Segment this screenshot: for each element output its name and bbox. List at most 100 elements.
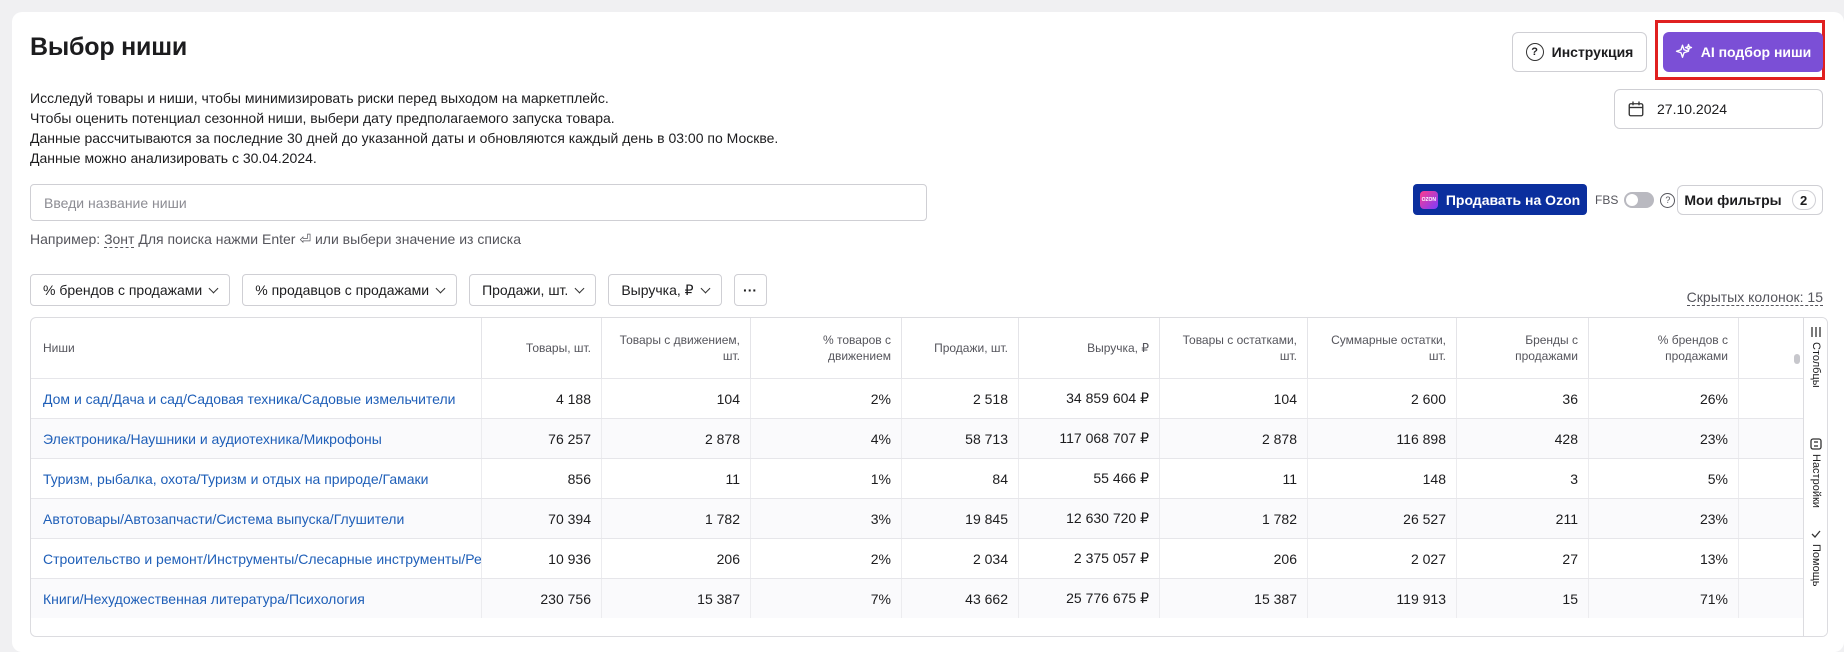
cell-value: 211 [1555, 510, 1578, 527]
fbs-help-icon[interactable]: ? [1660, 192, 1676, 208]
cell-value: 1 782 [704, 510, 740, 527]
niche-link[interactable]: Электроника/Наушники и аудиотехника/Микр… [43, 431, 382, 447]
cell-value: 2 878 [704, 430, 740, 447]
cell-products-in-stock: 104 [1160, 379, 1308, 418]
table-row[interactable]: Электроника/Наушники и аудиотехника/Микр… [31, 418, 1805, 458]
side-tab-settings[interactable]: Настройки [1804, 438, 1827, 508]
header-products[interactable]: Товары, шт. [482, 318, 602, 378]
niche-link[interactable]: Дом и сад/Дача и сад/Садовая техника/Сад… [43, 391, 456, 407]
description-line: Данные можно анализировать с 30.04.2024. [30, 150, 317, 166]
settings-icon [1810, 438, 1822, 450]
chip-brands-with-sales[interactable]: % брендов с продажами [30, 274, 231, 306]
chip-label: % брендов с продажами [43, 282, 203, 298]
header-total-stock[interactable]: Суммарные остатки, шт. [1308, 318, 1457, 378]
hidden-columns-link[interactable]: Скрытых колонок: 15 [1686, 289, 1823, 306]
cell-products: 76 257 [482, 419, 602, 458]
ozon-logo-icon: OZON [1419, 190, 1438, 209]
header-label: Продажи, шт. [934, 341, 1008, 355]
niche-search-input[interactable] [30, 184, 927, 221]
cell-value: 11 [725, 470, 740, 487]
header-label: шт. [1428, 349, 1446, 363]
cell-products-moving: 11 [602, 459, 751, 498]
cell-sales: 2 034 [902, 539, 1019, 578]
niche-link[interactable]: Автотовары/Автозапчасти/Система выпуска/… [43, 511, 404, 527]
date-picker[interactable]: 27.10.2024 [1614, 89, 1823, 129]
side-tab-label: Столбцы [1810, 342, 1822, 388]
cell-pct-products-moving: 7% [751, 579, 902, 618]
niche-link[interactable]: Строительство и ремонт/Инструменты/Слеса… [43, 551, 481, 567]
cell-value: 119 913 [1396, 590, 1446, 607]
cell-value: 13% [1699, 550, 1728, 567]
more-filters-button[interactable]: ··· [733, 274, 767, 306]
cell-value: 2 375 057 ₽ [1073, 550, 1149, 566]
cell-value: 23% [1699, 430, 1728, 447]
header-products-moving[interactable]: Товары с движением, шт. [602, 318, 751, 378]
ai-niche-button[interactable]: AI подбор ниши [1663, 32, 1823, 72]
header-pct-brands-with-sales[interactable]: % брендов с продажами [1589, 318, 1739, 378]
cell-value: 71% [1699, 590, 1728, 607]
header-label: Товары, шт. [525, 341, 591, 355]
side-tab-columns[interactable]: Столбцы [1804, 326, 1827, 388]
niche-link[interactable]: Книги/Нехудожественная литература/Психол… [43, 591, 365, 607]
cell-total-stock: 2 600 [1308, 379, 1457, 418]
cell-value: 58 713 [965, 430, 1008, 447]
cell-products: 10 936 [482, 539, 602, 578]
side-tab-label: Настройки [1810, 454, 1822, 508]
cell-value: 5% [1707, 470, 1728, 487]
hint-prefix: Например: [30, 231, 101, 247]
cell-value: 230 756 [540, 590, 591, 607]
table-row[interactable]: Дом и сад/Дача и сад/Садовая техника/Сад… [31, 378, 1805, 418]
my-filters-label: Мои фильтры [1684, 192, 1782, 208]
table-row[interactable]: Автотовары/Автозапчасти/Система выпуска/… [31, 498, 1805, 538]
cell-value: 19 845 [965, 510, 1008, 527]
hint-example-link[interactable]: Зонт [104, 231, 135, 248]
chevron-down-icon [435, 283, 446, 293]
cell-value: 27 [1562, 550, 1578, 567]
cell-products-in-stock: 11 [1160, 459, 1308, 498]
cell-niche: Автотовары/Автозапчасти/Система выпуска/… [31, 499, 482, 538]
cell-sales: 84 [902, 459, 1019, 498]
header-niche[interactable]: Ниши [31, 318, 482, 378]
header-label: Ниши [43, 341, 75, 355]
cell-products-in-stock: 15 387 [1160, 579, 1308, 618]
cell-value: 36 [1562, 390, 1578, 407]
cell-value: 428 [1554, 430, 1578, 447]
cell-value: 206 [716, 550, 740, 567]
cell-value: 15 [1562, 590, 1578, 607]
fbs-label: FBS [1595, 193, 1619, 207]
header-brands-with-sales[interactable]: Бренды с продажами [1457, 318, 1589, 378]
table-row[interactable]: Строительство и ремонт/Инструменты/Слеса… [31, 538, 1805, 578]
fbs-toggle-group: FBS ? [1595, 192, 1676, 208]
header-label: продажами [1515, 349, 1578, 363]
instruction-button[interactable]: ? Инструкция [1512, 32, 1647, 72]
chip-sellers-with-sales[interactable]: % продавцов с продажами [242, 274, 458, 306]
my-filters-button[interactable]: Мои фильтры 2 [1677, 185, 1823, 215]
chip-label: Выручка, ₽ [621, 281, 694, 298]
fbs-toggle[interactable] [1624, 192, 1655, 208]
table-row[interactable]: Книги/Нехудожественная литература/Психол… [31, 578, 1805, 618]
side-tab-help[interactable]: Помощь [1804, 528, 1827, 587]
cell-niche: Книги/Нехудожественная литература/Психол… [31, 579, 482, 618]
cell-value: 206 [1273, 550, 1297, 567]
chip-revenue[interactable]: Выручка, ₽ [608, 274, 722, 306]
header-products-in-stock[interactable]: Товары с остатками, шт. [1160, 318, 1308, 378]
table-row[interactable]: Туризм, рыбалка, охота/Туризм и отдых на… [31, 458, 1805, 498]
cell-products-moving: 206 [602, 539, 751, 578]
sell-on-ozon-button[interactable]: OZON Продавать на Ozon [1413, 184, 1587, 215]
header-sales[interactable]: Продажи, шт. [902, 318, 1019, 378]
header-label: Выручка, ₽ [1087, 341, 1149, 355]
columns-icon [1811, 327, 1821, 337]
cell-brands-with-sales: 36 [1457, 379, 1589, 418]
niche-link[interactable]: Туризм, рыбалка, охота/Туризм и отдых на… [43, 471, 428, 487]
side-tab-label: Помощь [1810, 544, 1822, 587]
header-revenue[interactable]: Выручка, ₽ [1019, 318, 1160, 378]
cell-value: 148 [1422, 470, 1446, 487]
instruction-label: Инструкция [1551, 44, 1634, 60]
filters-count-badge: 2 [1791, 190, 1816, 210]
chip-sales-units[interactable]: Продажи, шт. [469, 274, 597, 306]
cell-total-stock: 2 027 [1308, 539, 1457, 578]
cell-sales: 58 713 [902, 419, 1019, 458]
table-scrollbar[interactable] [1794, 354, 1800, 364]
cell-sales: 19 845 [902, 499, 1019, 538]
header-pct-products-moving[interactable]: % товаров с движением [751, 318, 902, 378]
